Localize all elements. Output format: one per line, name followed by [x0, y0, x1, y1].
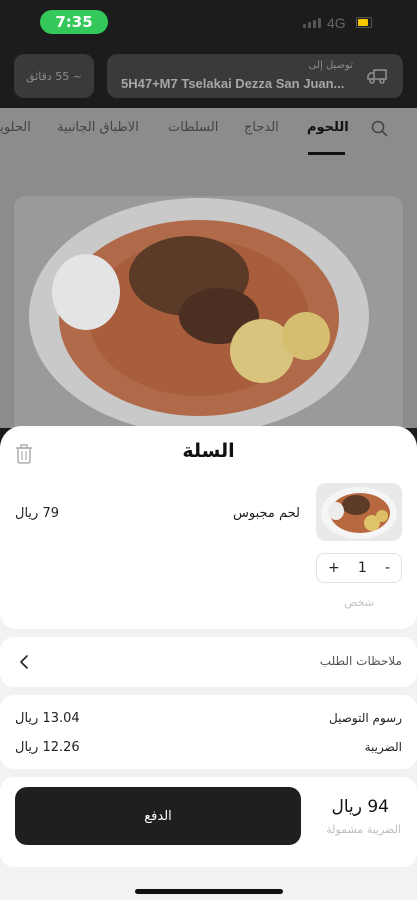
- item-note: شخص: [344, 596, 374, 609]
- network-label: 4G: [327, 15, 346, 31]
- cart-sheet: السلة لحم مجبوس 79 ريال + 1 - شخص ملاحظا…: [0, 426, 417, 900]
- tax-included-note: الضريبة مشمولة: [326, 823, 401, 836]
- dish-image: [14, 196, 403, 428]
- tax-row: الضريبة 12.26 ريال: [15, 740, 402, 760]
- checkout-card: الدفع 94 ريال الضريبة مشمولة: [0, 777, 417, 867]
- delivery-fee-label: رسوم التوصيل: [328, 711, 402, 725]
- delivery-caption: توصيل إلى: [308, 60, 353, 71]
- decrement-button[interactable]: -: [385, 560, 390, 576]
- menu-page: اللحوم الدجاج السلطات الاطباق الجانبية ا…: [0, 108, 417, 428]
- order-notes-label: ملاحظات الطلب: [319, 654, 402, 668]
- delivery-fee-value: 13.04 ريال: [15, 711, 80, 726]
- quantity-value: 1: [357, 560, 367, 576]
- cart-title: السلة: [182, 440, 235, 462]
- pay-button[interactable]: الدفع: [15, 787, 301, 845]
- delivery-time-chip[interactable]: ~ 55 دقائق: [14, 54, 94, 98]
- delivery-address-chip[interactable]: توصيل إلى 5H47+M7 Tselakai Dezza San Jua…: [107, 54, 403, 98]
- tab-desserts[interactable]: الحلويات: [0, 120, 31, 135]
- signal-icon: [303, 18, 321, 28]
- total-amount: 94 ريال: [331, 797, 389, 817]
- item-price: 79 ريال: [15, 506, 59, 521]
- status-time: 7:35: [40, 10, 108, 34]
- increment-button[interactable]: +: [328, 560, 340, 576]
- active-tab-indicator: [308, 152, 345, 155]
- tab-chicken[interactable]: الدجاج: [244, 120, 279, 135]
- status-bar: 7:35 4G: [0, 0, 417, 46]
- delivery-fee-row: رسوم التوصيل 13.04 ريال: [15, 711, 402, 731]
- tax-value: 12.26 ريال: [15, 740, 80, 755]
- delivery-address: 5H47+M7 Tselakai Dezza San Juan...: [121, 76, 345, 91]
- dish-card[interactable]: [14, 196, 403, 428]
- trash-icon[interactable]: [15, 444, 33, 464]
- search-icon[interactable]: [371, 120, 389, 138]
- delivery-truck-icon: [367, 69, 387, 84]
- home-indicator[interactable]: [135, 889, 283, 894]
- chevron-down-icon[interactable]: [184, 426, 232, 440]
- chevron-left-icon: [20, 655, 28, 669]
- order-notes-row[interactable]: ملاحظات الطلب: [0, 637, 417, 687]
- item-name: لحم مجبوس: [233, 506, 300, 521]
- header: ~ 55 دقائق توصيل إلى 5H47+M7 Tselakai De…: [0, 46, 417, 108]
- quantity-stepper: + 1 -: [316, 553, 402, 583]
- tab-side-dishes[interactable]: الاطباق الجانبية: [57, 120, 139, 135]
- tab-meat[interactable]: اللحوم: [307, 120, 349, 135]
- fees-card: رسوم التوصيل 13.04 ريال الضريبة 12.26 ري…: [0, 695, 417, 769]
- tab-salads[interactable]: السلطات: [168, 120, 218, 135]
- item-thumbnail: [316, 483, 402, 541]
- cart-item-card: السلة لحم مجبوس 79 ريال + 1 - شخص: [0, 426, 417, 629]
- tax-label: الضريبة: [364, 740, 402, 754]
- category-tabs: اللحوم الدجاج السلطات الاطباق الجانبية ا…: [0, 108, 417, 155]
- battery-icon: [356, 17, 372, 28]
